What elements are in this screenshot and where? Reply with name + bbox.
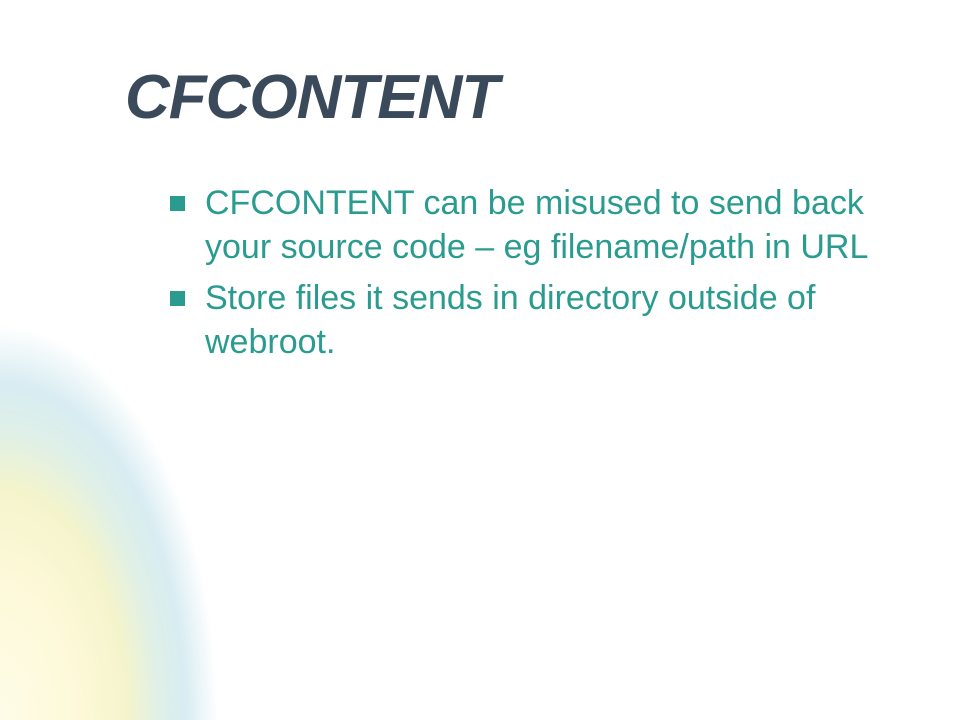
bullet-text: Store files it sends in directory outsid… [205, 277, 890, 364]
list-item: CFCONTENT can be misused to send back yo… [170, 182, 890, 269]
bullet-marker-icon [170, 291, 185, 306]
list-item: Store files it sends in directory outsid… [170, 277, 890, 364]
slide-title: CFCONTENT [125, 62, 498, 133]
bullet-list: CFCONTENT can be misused to send back yo… [170, 182, 890, 372]
bullet-marker-icon [170, 196, 185, 211]
bullet-text: CFCONTENT can be misused to send back yo… [205, 182, 890, 269]
